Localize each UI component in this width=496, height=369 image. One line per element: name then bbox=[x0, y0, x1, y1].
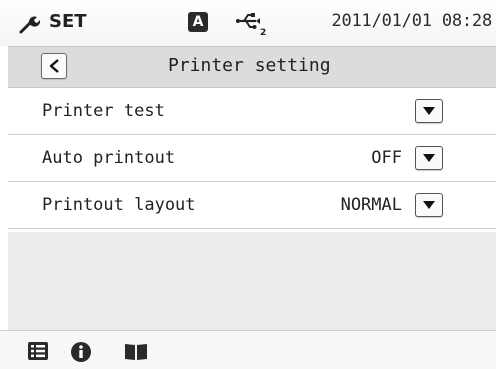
setting-value: OFF bbox=[371, 148, 402, 168]
svg-text:2: 2 bbox=[260, 28, 266, 37]
title-bar: Printer setting bbox=[8, 46, 496, 88]
info-icon[interactable] bbox=[70, 341, 92, 363]
triangle-down-icon bbox=[423, 201, 435, 209]
settings-list: Printer test Auto printout OFF Printout … bbox=[8, 88, 496, 229]
setting-label: Printer test bbox=[42, 101, 165, 121]
chevron-left-icon bbox=[49, 59, 59, 73]
setting-row-auto-printout[interactable]: Auto printout OFF bbox=[8, 135, 496, 182]
bottom-bar bbox=[0, 330, 496, 369]
list-icon[interactable] bbox=[27, 341, 49, 361]
triangle-down-icon bbox=[423, 107, 435, 115]
triangle-down-icon bbox=[423, 154, 435, 162]
setting-row-printout-layout[interactable]: Printout layout NORMAL bbox=[8, 182, 496, 229]
setting-value: NORMAL bbox=[340, 195, 402, 215]
usb-2-icon: 2 bbox=[236, 13, 266, 37]
status-bar: SET A 2 2011/01/01 08:28 bbox=[0, 0, 496, 46]
setting-label: Printout layout bbox=[42, 195, 196, 215]
dropdown-button[interactable] bbox=[415, 99, 443, 123]
wrench-icon bbox=[19, 16, 41, 34]
dropdown-button[interactable] bbox=[415, 193, 443, 217]
mode-label: SET bbox=[49, 11, 87, 32]
back-button[interactable] bbox=[41, 53, 67, 79]
page-title: Printer setting bbox=[168, 55, 331, 76]
empty-area bbox=[8, 232, 496, 330]
mode-badge: A bbox=[188, 12, 208, 32]
dropdown-button[interactable] bbox=[415, 146, 443, 170]
setting-label: Auto printout bbox=[42, 148, 176, 168]
datetime: 2011/01/01 08:28 bbox=[331, 11, 492, 31]
setting-row-printer-test[interactable]: Printer test bbox=[8, 88, 496, 135]
book-icon[interactable] bbox=[124, 341, 148, 361]
